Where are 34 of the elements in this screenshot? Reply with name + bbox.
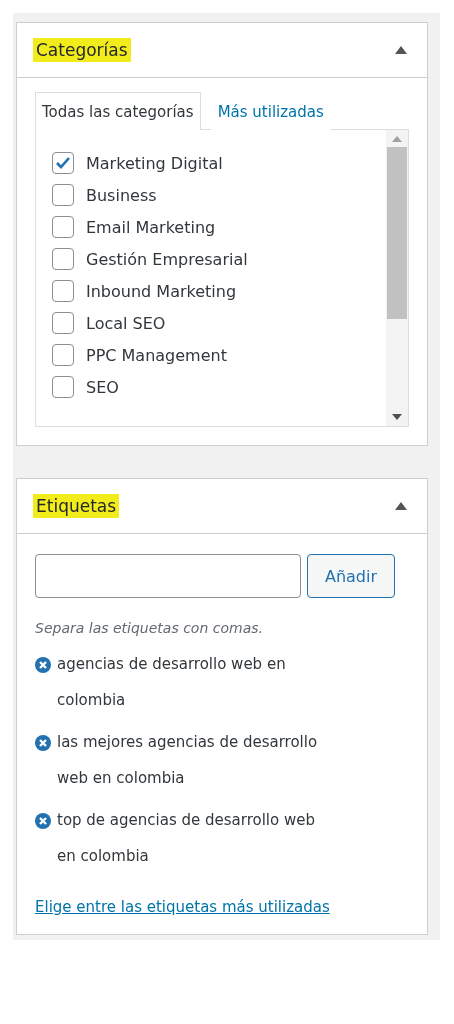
category-tab[interactable]: Todas las categorías — [35, 92, 201, 130]
scrollbar[interactable] — [386, 130, 408, 426]
checkbox[interactable] — [52, 152, 74, 174]
category-label: Local SEO — [86, 313, 166, 333]
remove-icon[interactable] — [35, 813, 51, 829]
category-label: Email Marketing — [86, 217, 216, 237]
checkbox[interactable] — [52, 376, 74, 398]
check-icon — [55, 156, 71, 170]
collapse-arrow-icon[interactable] — [395, 502, 407, 510]
checkbox[interactable] — [52, 216, 74, 238]
scrollbar-thumb[interactable] — [387, 147, 407, 319]
tag-label: top de agencias de desarrollo web en colombia — [57, 810, 316, 867]
hint-text: Separa las etiquetas con comas. — [35, 620, 264, 636]
category-label: SEO — [86, 377, 119, 397]
remove-icon[interactable] — [35, 657, 51, 673]
checkbox[interactable] — [52, 248, 74, 270]
checkbox[interactable] — [52, 280, 74, 302]
scroll-down-icon[interactable] — [392, 414, 402, 420]
category-label: PPC Management — [86, 345, 227, 365]
remove-icon[interactable] — [35, 735, 51, 751]
category-label: Inbound Marketing — [86, 281, 237, 301]
collapse-arrow-icon[interactable] — [395, 46, 407, 54]
category-label: Gestión Empresarial — [86, 249, 248, 269]
panel-title: Categorías — [33, 38, 131, 62]
add-button[interactable]: Añadir — [307, 554, 395, 598]
category-label: Business — [86, 185, 157, 205]
checkbox[interactable] — [52, 184, 74, 206]
scroll-up-icon[interactable] — [392, 136, 402, 142]
panel-title: Etiquetas — [33, 494, 120, 518]
tag-input-field[interactable] — [35, 554, 301, 598]
category-label: Marketing Digital — [86, 153, 223, 173]
checkbox[interactable] — [52, 312, 74, 334]
checkbox[interactable] — [52, 344, 74, 366]
most-used-tags-link[interactable]: Elige entre las etiquetas más utilizadas — [35, 898, 330, 916]
